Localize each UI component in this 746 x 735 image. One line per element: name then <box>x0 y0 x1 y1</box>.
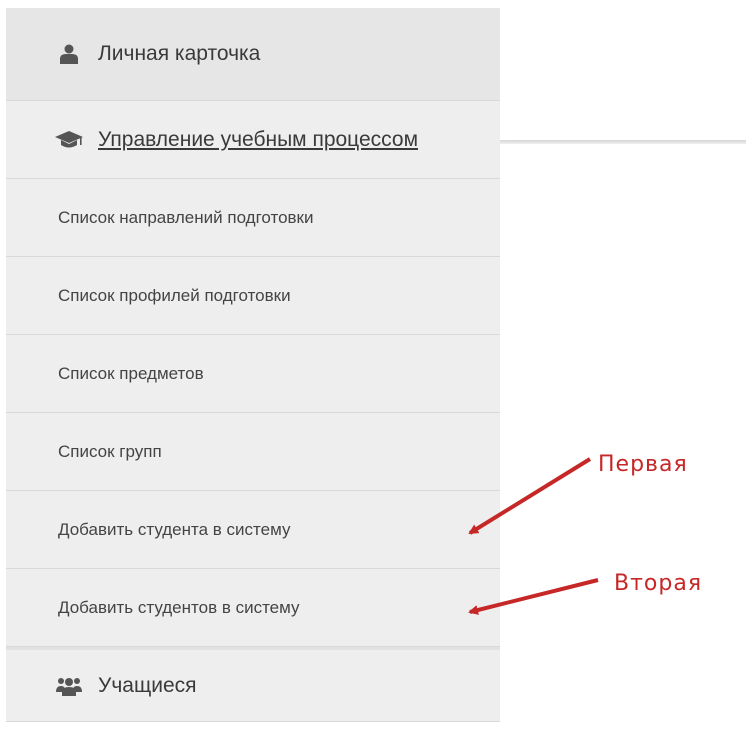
annotation-first: Первая <box>598 452 688 477</box>
sidebar-item-label: Добавить студента в систему <box>58 519 291 539</box>
sidebar-item-add-student[interactable]: Добавить студента в систему <box>6 491 500 569</box>
graduation-cap-icon <box>54 130 84 149</box>
sidebar-item-groups[interactable]: Список групп <box>6 413 500 491</box>
sidebar-item-subjects[interactable]: Список предметов <box>6 335 500 413</box>
sidebar-item-profiles[interactable]: Список профилей подготовки <box>6 257 500 335</box>
sidebar-item-profile[interactable]: Личная карточка <box>6 8 500 101</box>
sidebar-item-label: Добавить студентов в систему <box>58 597 300 617</box>
sidebar-item-label: Учащиеся <box>98 673 197 697</box>
sidebar-item-label: Личная карточка <box>98 42 261 65</box>
sidebar-item-label: Список направлений подготовки <box>58 207 314 227</box>
header-divider <box>500 140 746 144</box>
sidebar-item-add-students[interactable]: Добавить студентов в систему <box>6 569 500 647</box>
sidebar-item-label: Список групп <box>58 441 162 461</box>
sidebar-section-label[interactable]: Управление учебным процессом <box>98 128 418 152</box>
sidebar-menu: Личная карточка Управление учебным проце… <box>6 8 500 722</box>
sidebar-item-directions[interactable]: Список направлений подготовки <box>6 179 500 257</box>
sidebar-item-label: Список предметов <box>58 363 204 383</box>
sidebar-item-label: Список профилей подготовки <box>58 285 291 305</box>
sidebar-section-education[interactable]: Управление учебным процессом <box>6 101 500 179</box>
sidebar-item-students[interactable]: Учащиеся <box>6 647 500 722</box>
users-icon <box>54 676 84 696</box>
user-icon <box>54 44 84 64</box>
annotation-second: Вторая <box>614 571 703 596</box>
